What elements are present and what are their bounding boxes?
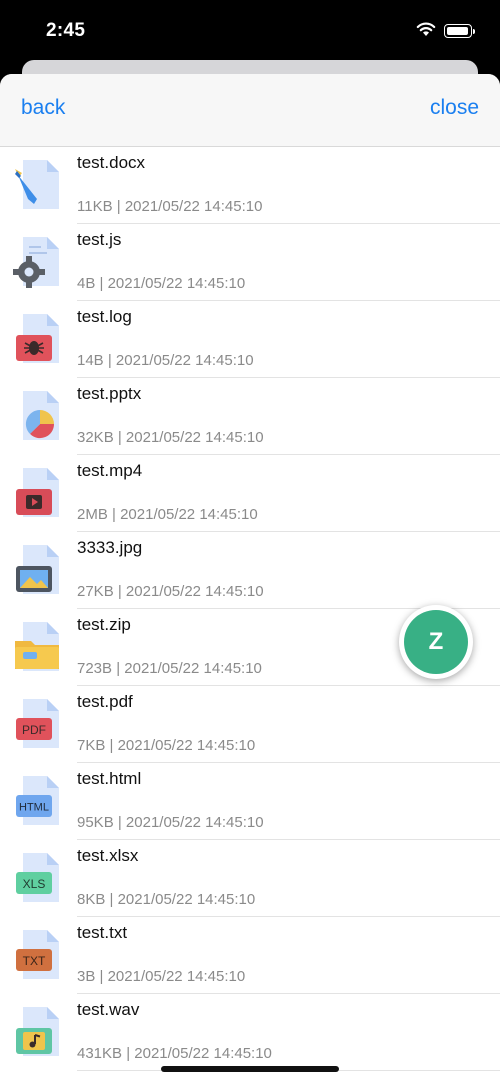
nav-bar: back close xyxy=(0,74,500,147)
file-meta: 8KB | 2021/05/22 14:45:10 xyxy=(77,891,256,908)
close-button[interactable]: close xyxy=(430,96,479,120)
file-row[interactable]: XLS test.xlsx 8KB | 2021/05/22 14:45:10 xyxy=(0,840,500,917)
file-name: test.docx xyxy=(77,153,146,172)
zip-folder-icon xyxy=(13,619,65,675)
wifi-icon xyxy=(416,22,436,42)
file-name: test.wav xyxy=(77,1000,140,1019)
file-row[interactable]: HTML test.html 95KB | 2021/05/22 14:45:1… xyxy=(0,763,500,840)
html-icon: HTML xyxy=(13,773,65,829)
pdf-icon: PDF xyxy=(13,696,65,752)
file-meta: 27KB | 2021/05/22 14:45:10 xyxy=(77,583,264,600)
file-meta: 95KB | 2021/05/22 14:45:10 xyxy=(77,814,264,831)
txt-icon: TXT xyxy=(13,927,65,983)
file-name: test.pdf xyxy=(77,692,133,711)
file-meta: 7KB | 2021/05/22 14:45:10 xyxy=(77,737,256,754)
word-document-icon xyxy=(13,157,65,213)
pdf-badge-text: PDF xyxy=(22,723,46,737)
file-browser-sheet: back close test.docx 11KB | 2021/05/22 1… xyxy=(0,74,500,1082)
back-button[interactable]: back xyxy=(21,96,65,120)
script-gear-icon xyxy=(13,234,65,290)
file-meta: 32KB | 2021/05/22 14:45:10 xyxy=(77,429,264,446)
floating-action-button[interactable]: Z xyxy=(399,605,473,679)
fab-label: Z xyxy=(404,610,468,674)
file-meta: 11KB | 2021/05/22 14:45:10 xyxy=(77,198,263,215)
home-indicator[interactable] xyxy=(161,1066,339,1072)
file-row[interactable]: 3333.jpg 27KB | 2021/05/22 14:45:10 xyxy=(0,532,500,609)
file-meta: 3B | 2021/05/22 14:45:10 xyxy=(77,968,246,985)
device-notch xyxy=(118,0,382,41)
file-name: test.pptx xyxy=(77,384,142,403)
file-name: test.xlsx xyxy=(77,846,139,865)
log-bug-icon xyxy=(13,311,65,367)
file-row[interactable]: test.mp4 2MB | 2021/05/22 14:45:10 xyxy=(0,455,500,532)
file-row[interactable]: TXT test.txt 3B | 2021/05/22 14:45:10 xyxy=(0,917,500,994)
file-name: test.js xyxy=(77,230,122,249)
file-meta: 4B | 2021/05/22 14:45:10 xyxy=(77,275,246,292)
file-meta: 14B | 2021/05/22 14:45:10 xyxy=(77,352,254,369)
html-badge-text: HTML xyxy=(19,802,49,814)
file-row[interactable]: test.wav 431KB | 2021/05/22 14:45:10 xyxy=(0,994,500,1071)
file-row[interactable]: test.pptx 32KB | 2021/05/22 14:45:10 xyxy=(0,378,500,455)
file-meta: 431KB | 2021/05/22 14:45:10 xyxy=(77,1045,272,1062)
txt-badge-text: TXT xyxy=(23,954,46,968)
xls-badge-text: XLS xyxy=(23,877,46,891)
file-name: test.log xyxy=(77,307,132,326)
file-meta: 723B | 2021/05/22 14:45:10 xyxy=(77,660,262,677)
status-bar: 2:45 xyxy=(0,0,500,60)
image-icon xyxy=(13,542,65,598)
file-row[interactable]: test.log 14B | 2021/05/22 14:45:10 xyxy=(0,301,500,378)
battery-icon xyxy=(444,24,475,38)
xls-icon: XLS xyxy=(13,850,65,906)
video-play-icon xyxy=(13,465,65,521)
file-name: test.mp4 xyxy=(77,461,143,480)
presentation-pie-icon xyxy=(13,388,65,444)
file-meta: 2MB | 2021/05/22 14:45:10 xyxy=(77,506,258,523)
file-row[interactable]: test.js 4B | 2021/05/22 14:45:10 xyxy=(0,224,500,301)
file-row[interactable]: test.docx 11KB | 2021/05/22 14:45:10 xyxy=(0,147,500,224)
file-name: test.zip xyxy=(77,615,131,634)
audio-note-icon xyxy=(13,1004,65,1060)
file-name: test.txt xyxy=(77,923,128,942)
file-name: test.html xyxy=(77,769,142,788)
file-name: 3333.jpg xyxy=(77,538,143,557)
status-time: 2:45 xyxy=(46,20,86,41)
file-row[interactable]: PDF test.pdf 7KB | 2021/05/22 14:45:10 xyxy=(0,686,500,763)
